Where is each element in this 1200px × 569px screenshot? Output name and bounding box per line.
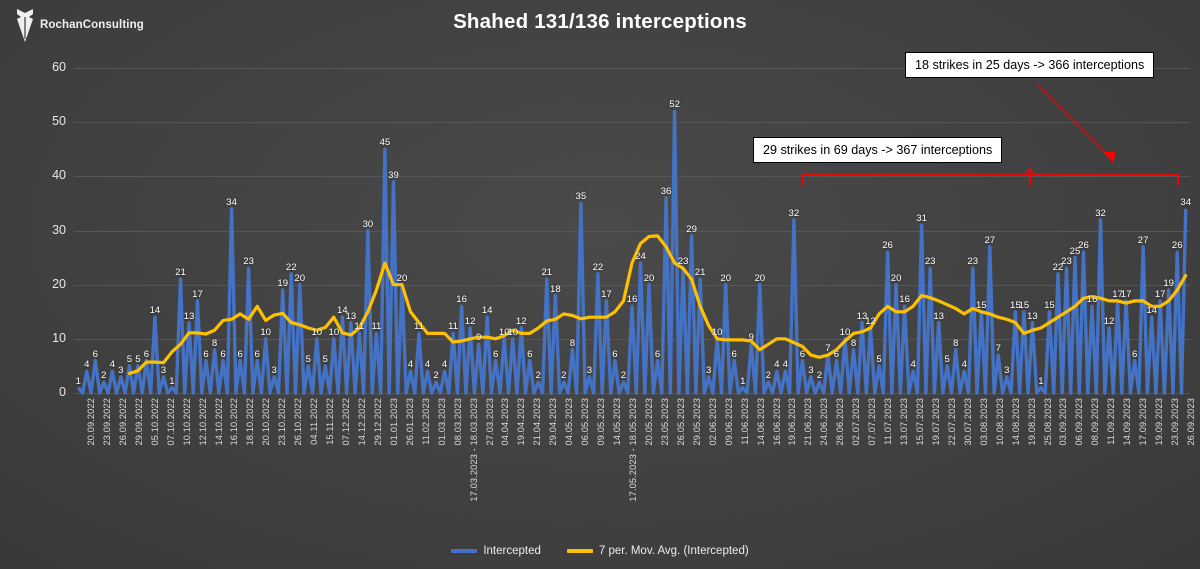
legend: Intercepted 7 per. Mov. Avg. (Intercepte… [0,545,1200,557]
x-axis-tick-label: 19.09.2023 [1154,398,1165,446]
x-axis-tick-label: 07.10.2022 [165,398,176,446]
legend-item-intercepted[interactable]: Intercepted [451,545,541,557]
x-axis-tick-label: 26.09.2023 [1186,398,1197,446]
x-axis-tick-label: 23.05.2023 [659,398,670,446]
x-axis-tick-label: 26.01.2023 [404,398,415,446]
x-axis-tick-label: 08.03.2023 [452,398,463,446]
x-axis-tick-label: 14.06.2023 [755,398,766,446]
x-axis-tick-label: 03.08.2023 [978,398,989,446]
x-axis-tick-label: 02.06.2023 [707,398,718,446]
x-axis-tick-label: 10.08.2023 [994,398,1005,446]
y-axis-tick-label: 50 [52,114,66,129]
annotation-top-strikes: 18 strikes in 25 days -> 366 interceptio… [905,52,1155,78]
x-axis-tick-label: 23.10.2022 [277,398,288,446]
x-axis-tick-label: 14.12.2022 [357,398,367,446]
legend-swatch-moving-average [566,549,593,553]
x-axis-tick-label: 15.11.2022 [325,398,336,445]
legend-swatch-intercepted [451,549,478,553]
x-axis-tick-label: 07.07.2023 [867,398,878,446]
x-axis-tick-label: 18.10.2022 [245,398,256,446]
x-axis-tick-label: 17.03.2023 - 18.03.2023 [468,398,479,502]
x-axis-tick-label: 09.05.2023 [596,398,607,446]
x-axis-tick-label: 05.10.2022 [149,398,160,446]
annotation-mid-strikes: 29 strikes in 69 days -> 367 interceptio… [753,137,1003,163]
x-axis-tick-label: 17.05.2023 - 18.05.2023 [628,398,639,502]
x-axis-tick-label: 19.06.2023 [787,398,798,446]
x-axis-tick-label: 11.06.2023 [739,398,750,445]
x-axis-tick-label: 01.01.2023 [388,398,399,446]
x-axis-tick-label: 12.10.2022 [197,398,208,446]
x-axis-tick-label: 16.06.2023 [771,398,782,446]
x-axis-tick-label: 25.08.2023 [1042,398,1053,446]
x-axis-tick-label: 06.09.2023 [1074,398,1085,446]
x-axis-tick-label: 03.09.2023 [1058,398,1069,446]
x-axis-tick-label: 20.10.2022 [261,398,272,446]
x-axis-tick-label: 04.04.2023 [500,398,511,446]
x-axis-tick-label: 11.07.2023 [883,398,894,445]
x-axis-tick-label: 26.09.2022 [117,398,128,446]
x-axis-tick-label: 14.09.2023 [1122,398,1133,446]
x-axis-tick-label: 30.07.2023 [962,398,973,446]
x-axis-tick-label: 24.06.2023 [819,398,830,446]
y-axis-tick-label: 30 [52,222,66,237]
x-axis-tick-label: 20.05.2023 [643,398,654,446]
x-axis-tick-label: 10.10.2022 [181,398,192,446]
y-axis: 0 10 20 30 40 50 60 [52,60,1190,399]
chart-title: Shahed 131/136 interceptions [453,10,747,33]
x-axis-tick-label: 04.05.2023 [564,398,575,446]
x-axis-tick-label: 14.10.2022 [213,398,224,446]
x-axis-tick-label: 14.05.2023 [612,398,623,446]
x-axis-tick-label: 11.02.2023 [420,398,431,445]
x-axis-tick-label: 21.06.2023 [803,398,814,446]
x-axis-tick-label: 19.04.2023 [516,398,527,446]
x-axis-tick-label: 27.03.2023 [484,398,495,446]
x-axis-tick-label: 06.05.2023 [580,398,591,446]
x-axis-tick-label: 21.04.2023 [532,398,543,446]
x-axis-tick-label: 29.04.2023 [548,398,559,446]
legend-item-moving-average[interactable]: 7 per. Mov. Avg. (Intercepted) [566,545,749,557]
y-axis-tick-label: 60 [52,60,66,74]
y-axis-tick-label: 0 [59,385,66,399]
gridline [74,393,1190,394]
y-axis-tick-label: 40 [52,168,66,183]
x-axis-tick-label: 19.08.2023 [1026,398,1037,446]
x-axis-tick-label: 29.09.2022 [133,398,144,446]
x-axis-tick-label: 02.07.2023 [851,398,862,446]
x-axis-tick-label: 15.07.2023 [915,398,925,446]
x-axis-tick-label: 29.12.2022 [372,398,383,446]
x-axis-tick-label: 09.06.2023 [723,398,734,446]
x-axis-tick-label: 17.09.2023 [1138,398,1149,446]
x-axis-tick-label: 20.09.2022 [85,398,96,446]
x-axis-tick-label: 29.05.2023 [691,398,702,446]
x-axis-tick-label: 26.10.2022 [293,398,304,446]
y-axis-tick-label: 10 [52,330,66,345]
x-axis-tick-label: 07.12.2022 [341,398,352,446]
x-axis-tick-label: 26.05.2023 [675,398,686,446]
x-axis-tick-label: 22.07.2023 [946,398,957,446]
x-axis-tick-label: 23.09.2023 [1170,398,1181,446]
x-axis-tick-label: 04.11.2022 [309,398,320,445]
y-axis-tick-label: 20 [52,276,66,291]
x-axis-tick-label: 11.09.2023 [1106,398,1117,445]
x-axis-tick-label: 08.09.2023 [1090,398,1101,446]
legend-label-intercepted: Intercepted [483,545,541,557]
x-axis-tick-label: 16.10.2022 [229,398,240,446]
x-axis-tick-label: 19.07.2023 [930,398,941,446]
x-axis-tick-label: 14.08.2023 [1010,398,1021,446]
x-axis-tick-label: 13.07.2023 [899,398,910,446]
x-axis-tick-label: 23.09.2022 [101,398,112,446]
x-axis-tick-label: 28.06.2023 [835,398,846,446]
x-axis-tick-label: 01.03.2023 [436,398,447,446]
legend-label-moving-average: 7 per. Mov. Avg. (Intercepted) [598,545,749,557]
